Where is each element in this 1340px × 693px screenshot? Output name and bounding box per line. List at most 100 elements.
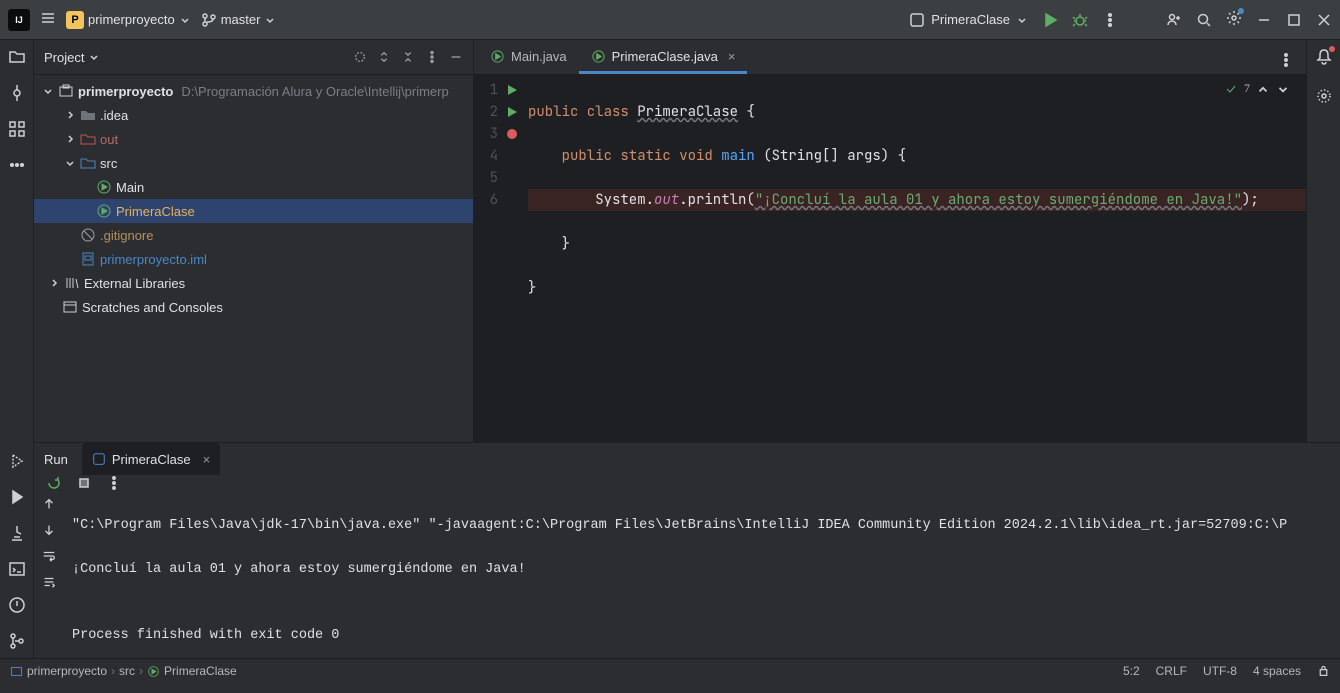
tree-item-iml[interactable]: primerproyecto.iml — [34, 247, 473, 271]
search-icon[interactable] — [1196, 12, 1212, 28]
tree-label: Scratches and Consoles — [82, 300, 223, 315]
chevron-up-icon[interactable] — [1256, 82, 1270, 96]
chevron-down-icon — [88, 51, 100, 63]
hamburger-icon — [40, 10, 56, 26]
stop-button[interactable] — [76, 475, 92, 491]
breadcrumb[interactable]: primerproyecto › src › PrimeraClase — [10, 664, 237, 678]
module-icon — [58, 83, 74, 99]
chevron-down-icon[interactable] — [1276, 82, 1290, 96]
git-branch-selector[interactable]: master — [201, 12, 277, 28]
run-method-icon[interactable] — [506, 106, 518, 118]
gutter-icons[interactable] — [504, 75, 520, 442]
code-with-me-icon[interactable] — [1166, 12, 1182, 28]
close-tab-icon[interactable]: × — [728, 49, 736, 64]
tree-root[interactable]: primerproyecto D:\Programación Alura y O… — [34, 79, 473, 103]
tree-label: .gitignore — [100, 228, 153, 243]
chevron-down-icon — [64, 157, 76, 169]
tree-item-out[interactable]: out — [34, 127, 473, 151]
debug-button[interactable] — [1072, 12, 1088, 28]
bc-item[interactable]: src — [119, 664, 135, 678]
build-tool-icon[interactable] — [8, 524, 26, 542]
up-arrow-icon[interactable] — [42, 497, 56, 511]
down-arrow-icon[interactable] — [42, 523, 56, 537]
select-opened-file-icon[interactable] — [353, 50, 367, 64]
project-view-selector[interactable]: Project — [44, 50, 100, 65]
inspection-widget[interactable]: 7 — [1224, 81, 1290, 96]
folder-icon — [80, 107, 96, 123]
bc-item[interactable]: PrimeraClase — [164, 664, 237, 678]
tree-item-scratch[interactable]: Scratches and Consoles — [34, 295, 473, 319]
tab-main[interactable]: Main.java — [478, 42, 579, 74]
minimize-button[interactable] — [1256, 12, 1272, 28]
project-selector[interactable]: P primerproyecto — [66, 11, 191, 29]
encoding[interactable]: UTF-8 — [1203, 664, 1237, 678]
tree-label: primerproyecto — [78, 84, 173, 99]
close-tab-icon[interactable]: × — [203, 452, 211, 467]
indent-setting[interactable]: 4 spaces — [1253, 664, 1301, 678]
tab-primera[interactable]: PrimeraClase.java × — [579, 42, 748, 74]
close-button[interactable] — [1316, 12, 1332, 28]
terminal-tool-icon[interactable] — [8, 560, 26, 578]
breakpoint-icon[interactable] — [506, 128, 518, 140]
collapse-all-icon[interactable] — [401, 50, 415, 64]
bc-item[interactable]: primerproyecto — [27, 664, 107, 678]
expand-all-icon[interactable] — [377, 50, 391, 64]
project-tool-icon[interactable] — [8, 48, 26, 66]
run-class-icon[interactable] — [506, 84, 518, 96]
chevron-down-icon — [1016, 14, 1028, 26]
tab-options-icon[interactable] — [1278, 52, 1294, 68]
services-tool-icon[interactable] — [8, 452, 26, 470]
problems-tool-icon[interactable] — [8, 596, 26, 614]
tree-item-primera[interactable]: PrimeraClase — [34, 199, 473, 223]
project-name: primerproyecto — [88, 12, 175, 27]
chevron-right-icon — [48, 277, 60, 289]
tree-item-extlib[interactable]: External Libraries — [34, 271, 473, 295]
gitignore-icon — [80, 227, 96, 243]
run-button[interactable] — [1042, 12, 1058, 28]
class-runnable-icon — [591, 49, 606, 64]
tab-label: PrimeraClase.java — [612, 49, 718, 64]
module-icon — [10, 665, 23, 678]
warning-check-icon — [1224, 82, 1238, 96]
main-menu-button[interactable] — [40, 10, 56, 29]
problem-count: 7 — [1244, 81, 1250, 96]
tree-label: primerproyecto.iml — [100, 252, 207, 267]
tree-item-gitignore[interactable]: .gitignore — [34, 223, 473, 247]
soft-wrap-icon[interactable] — [42, 549, 56, 563]
intellij-logo: IJ — [8, 9, 30, 31]
chevron-right-icon — [64, 109, 76, 121]
tree-label: External Libraries — [84, 276, 185, 291]
code-area[interactable]: public class PrimeraClase { public stati… — [520, 75, 1306, 442]
ai-assist-icon[interactable] — [1315, 87, 1333, 105]
tree-item-main[interactable]: Main — [34, 175, 473, 199]
chevron-down-icon — [179, 14, 191, 26]
run-config-selector[interactable]: PrimeraClase — [909, 12, 1028, 28]
tool-options-icon[interactable] — [425, 50, 439, 64]
hide-tool-icon[interactable] — [449, 50, 463, 64]
folder-out-icon — [80, 131, 96, 147]
class-icon — [92, 452, 106, 466]
run-tab-primera[interactable]: PrimeraClase × — [82, 443, 220, 475]
more-tools-icon[interactable] — [8, 156, 26, 174]
structure-tool-icon[interactable] — [8, 120, 26, 138]
run-tool-icon[interactable] — [8, 488, 26, 506]
class-runnable-icon — [96, 203, 112, 219]
maximize-button[interactable] — [1286, 12, 1302, 28]
rerun-button[interactable] — [46, 475, 62, 491]
run-options-icon[interactable] — [106, 475, 122, 491]
settings-button[interactable] — [1226, 10, 1242, 29]
readonly-lock-icon[interactable] — [1317, 664, 1330, 677]
chevron-down-icon — [42, 85, 54, 97]
scroll-end-icon[interactable] — [42, 575, 56, 589]
commit-tool-icon[interactable] — [8, 84, 26, 102]
more-actions-icon[interactable] — [1102, 12, 1118, 28]
tree-label: .idea — [100, 108, 128, 123]
line-ending[interactable]: CRLF — [1156, 664, 1187, 678]
tree-item-src[interactable]: src — [34, 151, 473, 175]
tree-item-idea[interactable]: .idea — [34, 103, 473, 127]
tab-label: Main.java — [511, 49, 567, 64]
tree-label: PrimeraClase — [116, 204, 195, 219]
caret-position[interactable]: 5:2 — [1123, 664, 1140, 678]
vcs-tool-icon[interactable] — [8, 632, 26, 650]
notifications-button[interactable] — [1315, 48, 1333, 69]
